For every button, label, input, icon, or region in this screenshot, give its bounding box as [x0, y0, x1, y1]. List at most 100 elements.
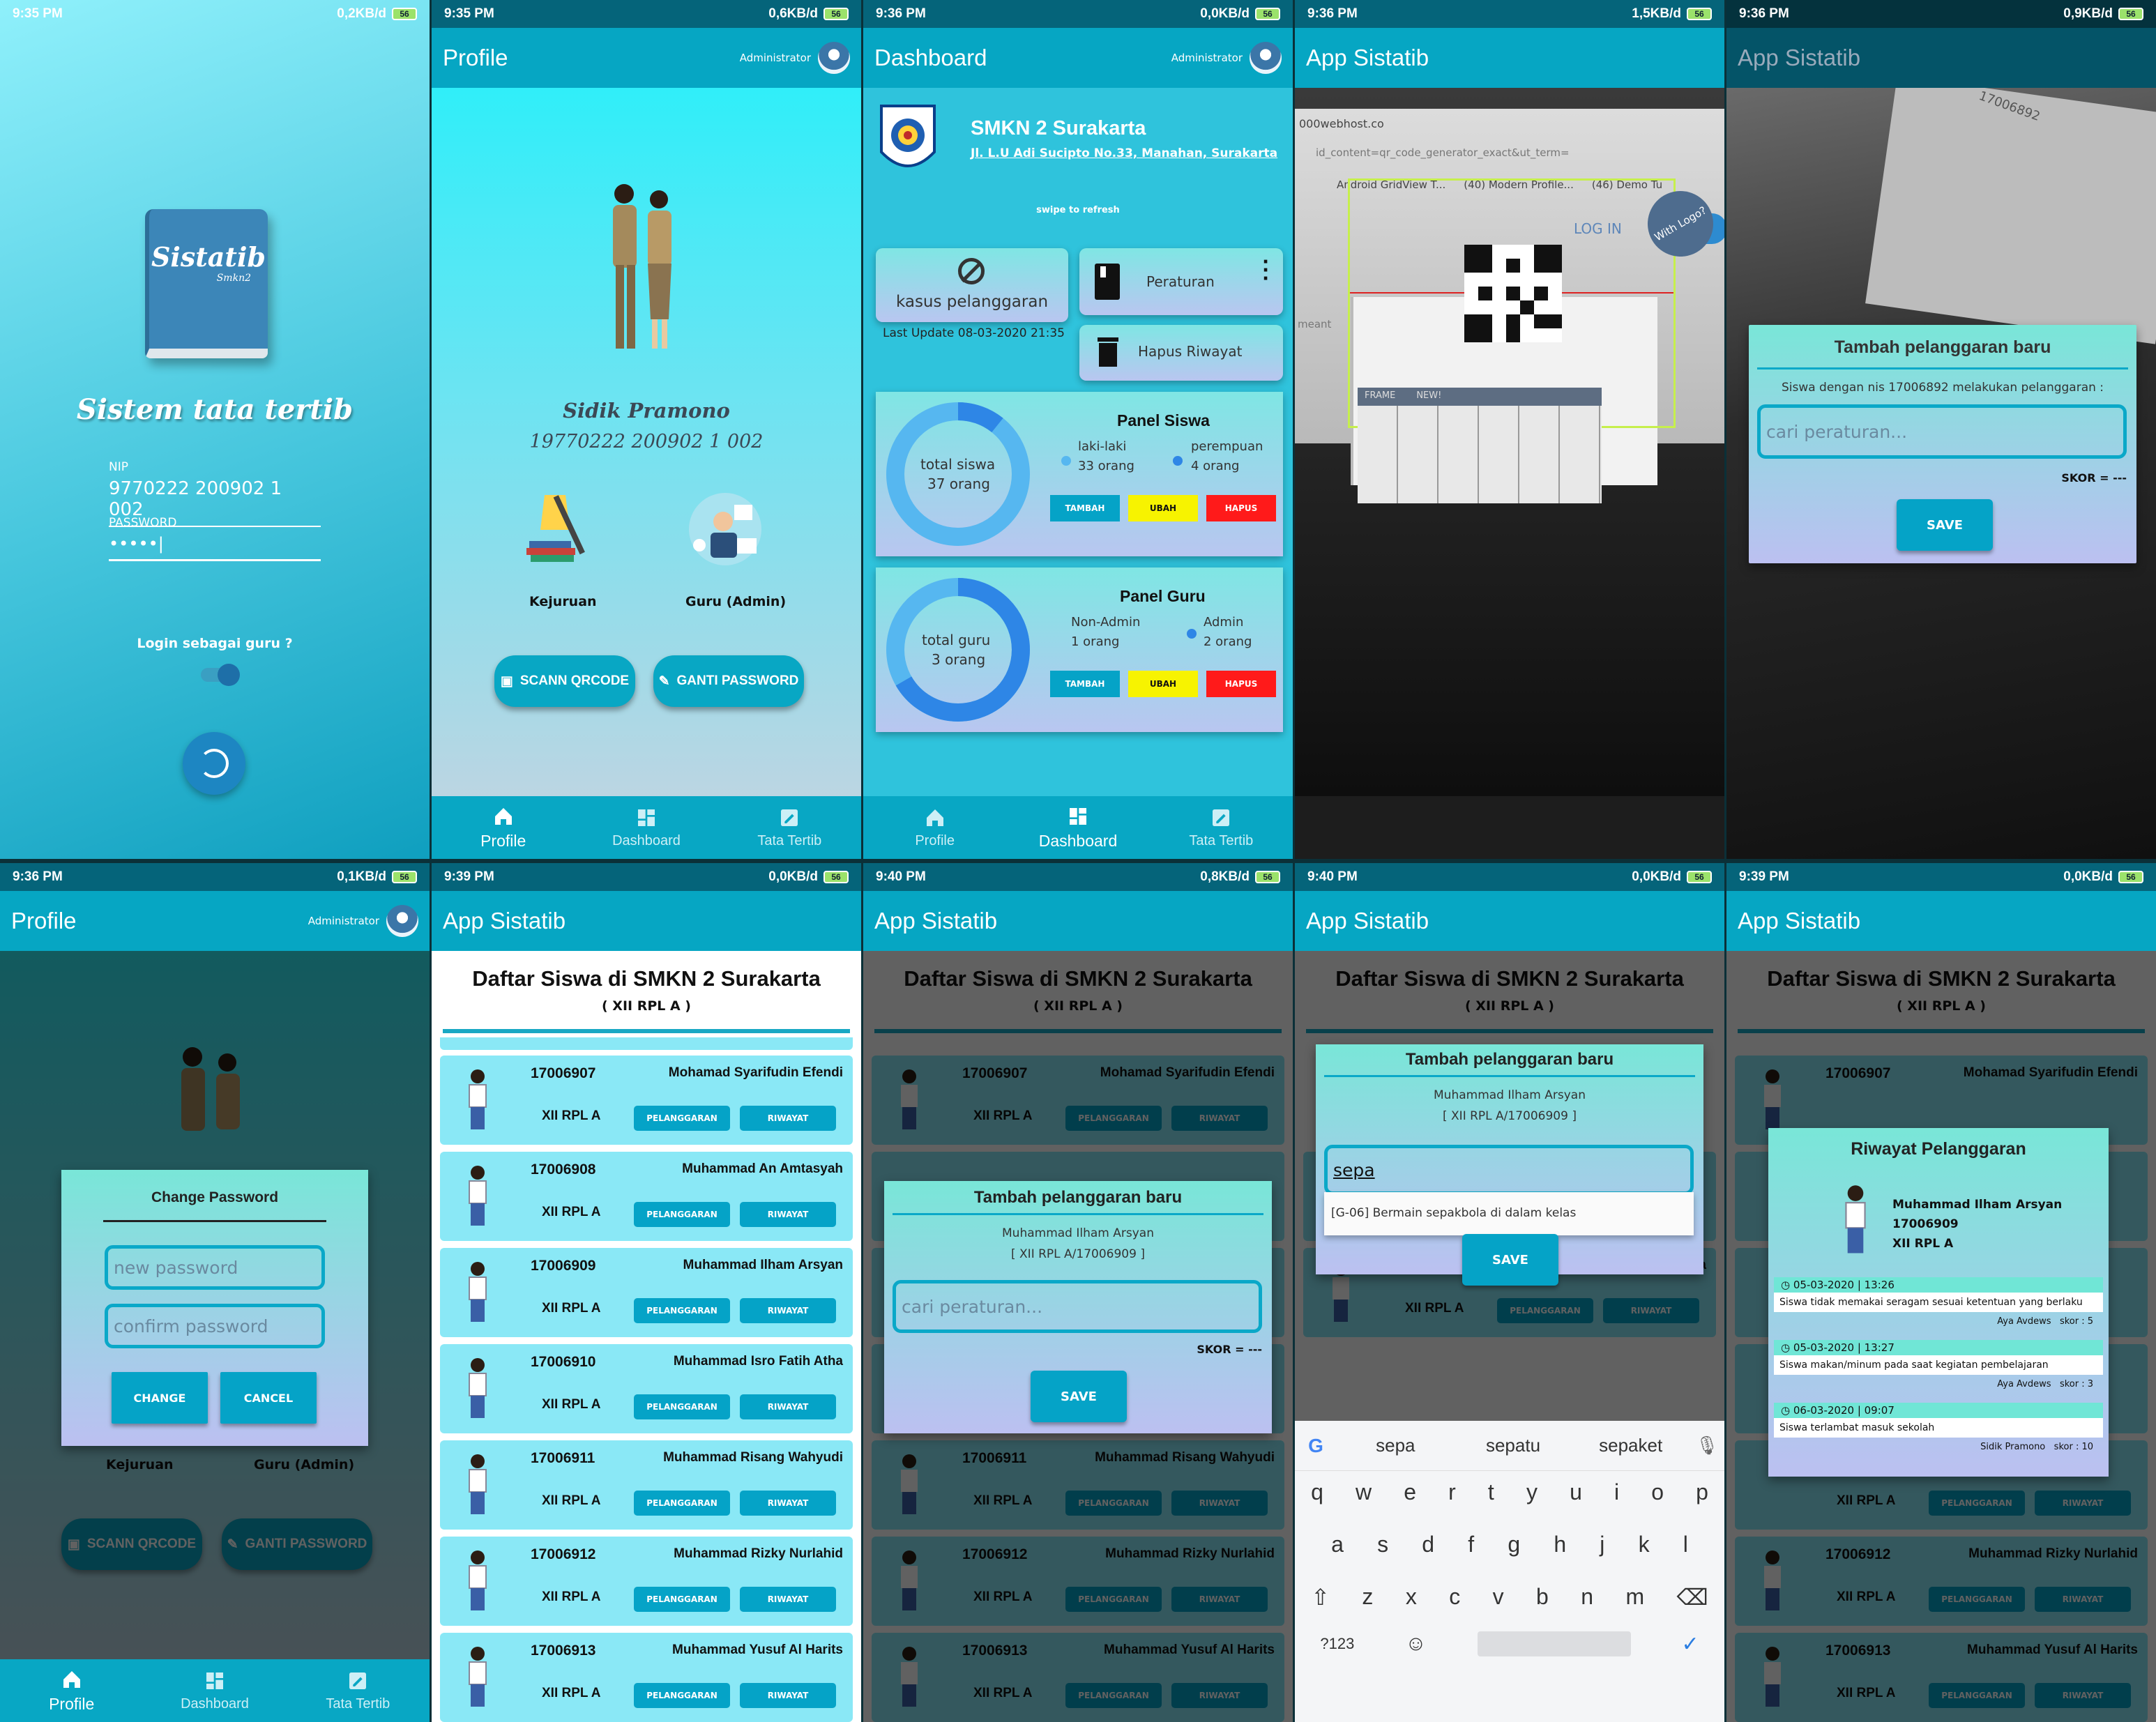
key-c[interactable]: c — [1449, 1584, 1460, 1610]
autocomplete-suggestion[interactable]: [G-06] Bermain sepakbola di dalam kelas — [1324, 1192, 1694, 1235]
key-t[interactable]: t — [1488, 1479, 1494, 1505]
password-field[interactable]: •••••| — [109, 534, 321, 561]
key-h[interactable]: h — [1554, 1532, 1566, 1557]
pelanggaran-button[interactable]: PELANGGARAN — [634, 1683, 730, 1708]
nav-tata-tertib[interactable]: Tata Tertib — [1150, 796, 1293, 859]
key-o[interactable]: o — [1651, 1479, 1664, 1505]
nav-profile[interactable]: Profile — [0, 1659, 143, 1722]
key-l[interactable]: l — [1683, 1532, 1688, 1557]
siswa-hapus-button[interactable]: HAPUS — [1206, 495, 1276, 521]
student-name: Muhammad Ilham Arsyan — [683, 1258, 843, 1272]
backspace-key-icon[interactable]: ⌫ — [1677, 1584, 1708, 1610]
list-item[interactable]: 17006912 Muhammad Rizky Nurlahid XII RPL A… — [440, 1537, 853, 1626]
key-w[interactable]: w — [1356, 1479, 1372, 1505]
search-peraturan-input[interactable]: sepa — [1324, 1145, 1694, 1195]
key-y[interactable]: y — [1526, 1479, 1538, 1505]
riwayat-button[interactable]: RIWAYAT — [740, 1491, 836, 1516]
key-i[interactable]: i — [1614, 1479, 1619, 1505]
keyboard-suggestion[interactable]: sepaket — [1572, 1435, 1690, 1456]
list-item[interactable]: 17006913 Muhammad Yusuf Al Harits XII RPL … — [440, 1633, 853, 1722]
emoji-key-icon[interactable]: ☺ — [1405, 1632, 1427, 1656]
nav-tata-tertib[interactable]: Tata Tertib — [718, 796, 861, 859]
nav-dashboard[interactable]: Dashboard — [1006, 796, 1149, 859]
data-speed: 0,0KB/d — [1632, 869, 1681, 884]
key-u[interactable]: u — [1570, 1479, 1582, 1505]
key-a[interactable]: a — [1331, 1532, 1344, 1557]
avatar[interactable] — [386, 905, 418, 937]
shift-key-icon[interactable]: ⇧ — [1311, 1584, 1330, 1610]
nav-dashboard[interactable]: Dashboard — [575, 796, 718, 859]
key-f[interactable]: f — [1468, 1532, 1474, 1557]
save-button[interactable]: SAVE — [1031, 1371, 1127, 1422]
riwayat-button[interactable]: RIWAYAT — [740, 1683, 836, 1708]
kasus-pelanggaran-card[interactable]: kasus pelanggaran — [876, 248, 1068, 322]
key-d[interactable]: d — [1422, 1532, 1434, 1557]
pelanggaran-button[interactable]: PELANGGARAN — [634, 1394, 730, 1419]
pelanggaran-button[interactable]: PELANGGARAN — [634, 1587, 730, 1612]
key-r[interactable]: r — [1448, 1479, 1456, 1505]
pelanggaran-button[interactable]: PELANGGARAN — [634, 1491, 730, 1516]
pelanggaran-button[interactable]: PELANGGARAN — [634, 1106, 730, 1131]
change-button[interactable]: CHANGE — [112, 1372, 208, 1424]
siswa-tambah-button[interactable]: TAMBAH — [1050, 495, 1120, 521]
new-password-input[interactable]: new password — [105, 1245, 325, 1290]
key-g[interactable]: g — [1508, 1532, 1520, 1557]
scan-qrcode-button[interactable]: ▣ SCANN QRCODE — [494, 655, 635, 707]
key-x[interactable]: x — [1406, 1584, 1417, 1610]
confirm-password-input[interactable]: confirm password — [105, 1304, 325, 1348]
key-z[interactable]: z — [1362, 1584, 1373, 1610]
save-button[interactable]: SAVE — [1462, 1234, 1558, 1286]
key-j[interactable]: j — [1600, 1532, 1604, 1557]
list-item[interactable]: 17006910 Muhammad Isro Fatih Atha XII RPL … — [440, 1344, 853, 1433]
key-m[interactable]: m — [1625, 1584, 1644, 1610]
pelanggaran-button[interactable]: PELANGGARAN — [634, 1202, 730, 1227]
key-s[interactable]: s — [1377, 1532, 1388, 1557]
nav-tata-tertib[interactable]: Tata Tertib — [287, 1659, 430, 1722]
riwayat-button[interactable]: RIWAYAT — [740, 1106, 836, 1131]
list-item[interactable]: 17006908 Muhammad An Amtasyah XII RPL A PEL… — [440, 1152, 853, 1241]
guru-hapus-button[interactable]: HAPUS — [1206, 671, 1276, 697]
enter-check-icon[interactable]: ✓ — [1681, 1632, 1699, 1656]
key-n[interactable]: n — [1581, 1584, 1593, 1610]
nav-profile[interactable]: Profile — [863, 796, 1006, 859]
status-time: 9:40 PM — [876, 869, 926, 884]
riwayat-button[interactable]: RIWAYAT — [740, 1394, 836, 1419]
siswa-ubah-button[interactable]: UBAH — [1128, 495, 1198, 521]
search-peraturan-input[interactable]: cari peraturan... — [1757, 404, 2127, 459]
guru-ubah-button[interactable]: UBAH — [1128, 671, 1198, 697]
key-b[interactable]: b — [1536, 1584, 1549, 1610]
symbols-key[interactable]: ?123 — [1320, 1635, 1354, 1653]
key-k[interactable]: k — [1639, 1532, 1650, 1557]
nav-profile[interactable]: Profile — [432, 796, 575, 859]
riwayat-button[interactable]: RIWAYAT — [740, 1202, 836, 1227]
key-e[interactable]: e — [1404, 1479, 1416, 1505]
guru-toggle[interactable] — [201, 664, 240, 686]
hapus-riwayat-button[interactable]: Hapus Riwayat — [1079, 325, 1283, 381]
key-v[interactable]: v — [1493, 1584, 1504, 1610]
keyboard-suggestion[interactable]: sepa — [1337, 1435, 1455, 1456]
more-vert-icon[interactable]: · · · — [1262, 253, 1269, 288]
list-item[interactable]: 17006907 Mohamad Syarifudin Efendi XII RPL… — [440, 1056, 853, 1145]
list-item[interactable]: 17006909 Muhammad Ilham Arsyan XII RPL A PE… — [440, 1248, 853, 1337]
list-item[interactable]: 17006911 Muhammad Risang Wahyudi XII RPL A… — [440, 1440, 853, 1530]
space-key[interactable] — [1477, 1631, 1631, 1656]
nav-dashboard[interactable]: Dashboard — [143, 1659, 286, 1722]
keyboard-suggestion[interactable]: sepatu — [1455, 1435, 1572, 1456]
cancel-button[interactable]: CANCEL — [220, 1372, 317, 1424]
google-g-icon[interactable]: G — [1295, 1435, 1337, 1457]
avatar[interactable] — [818, 42, 850, 74]
key-p[interactable]: p — [1696, 1479, 1708, 1505]
riwayat-button[interactable]: RIWAYAT — [740, 1587, 836, 1612]
mic-icon[interactable]: 🎙 — [1690, 1435, 1724, 1456]
search-peraturan-input[interactable]: cari peraturan... — [893, 1280, 1262, 1333]
guru-tambah-button[interactable]: TAMBAH — [1050, 671, 1120, 697]
nav-label: Tata Tertib — [326, 1696, 390, 1712]
ganti-password-button[interactable]: ✎ GANTI PASSWORD — [653, 655, 804, 707]
pelanggaran-button[interactable]: PELANGGARAN — [634, 1298, 730, 1323]
student-list[interactable]: 17006907 Mohamad Syarifudin Efendi XII RPL… — [432, 1037, 861, 1722]
key-q[interactable]: q — [1311, 1479, 1323, 1505]
save-button[interactable]: SAVE — [1897, 499, 1993, 551]
avatar[interactable] — [1250, 42, 1282, 74]
riwayat-button[interactable]: RIWAYAT — [740, 1298, 836, 1323]
peraturan-button[interactable]: Peraturan · · · — [1079, 248, 1283, 315]
